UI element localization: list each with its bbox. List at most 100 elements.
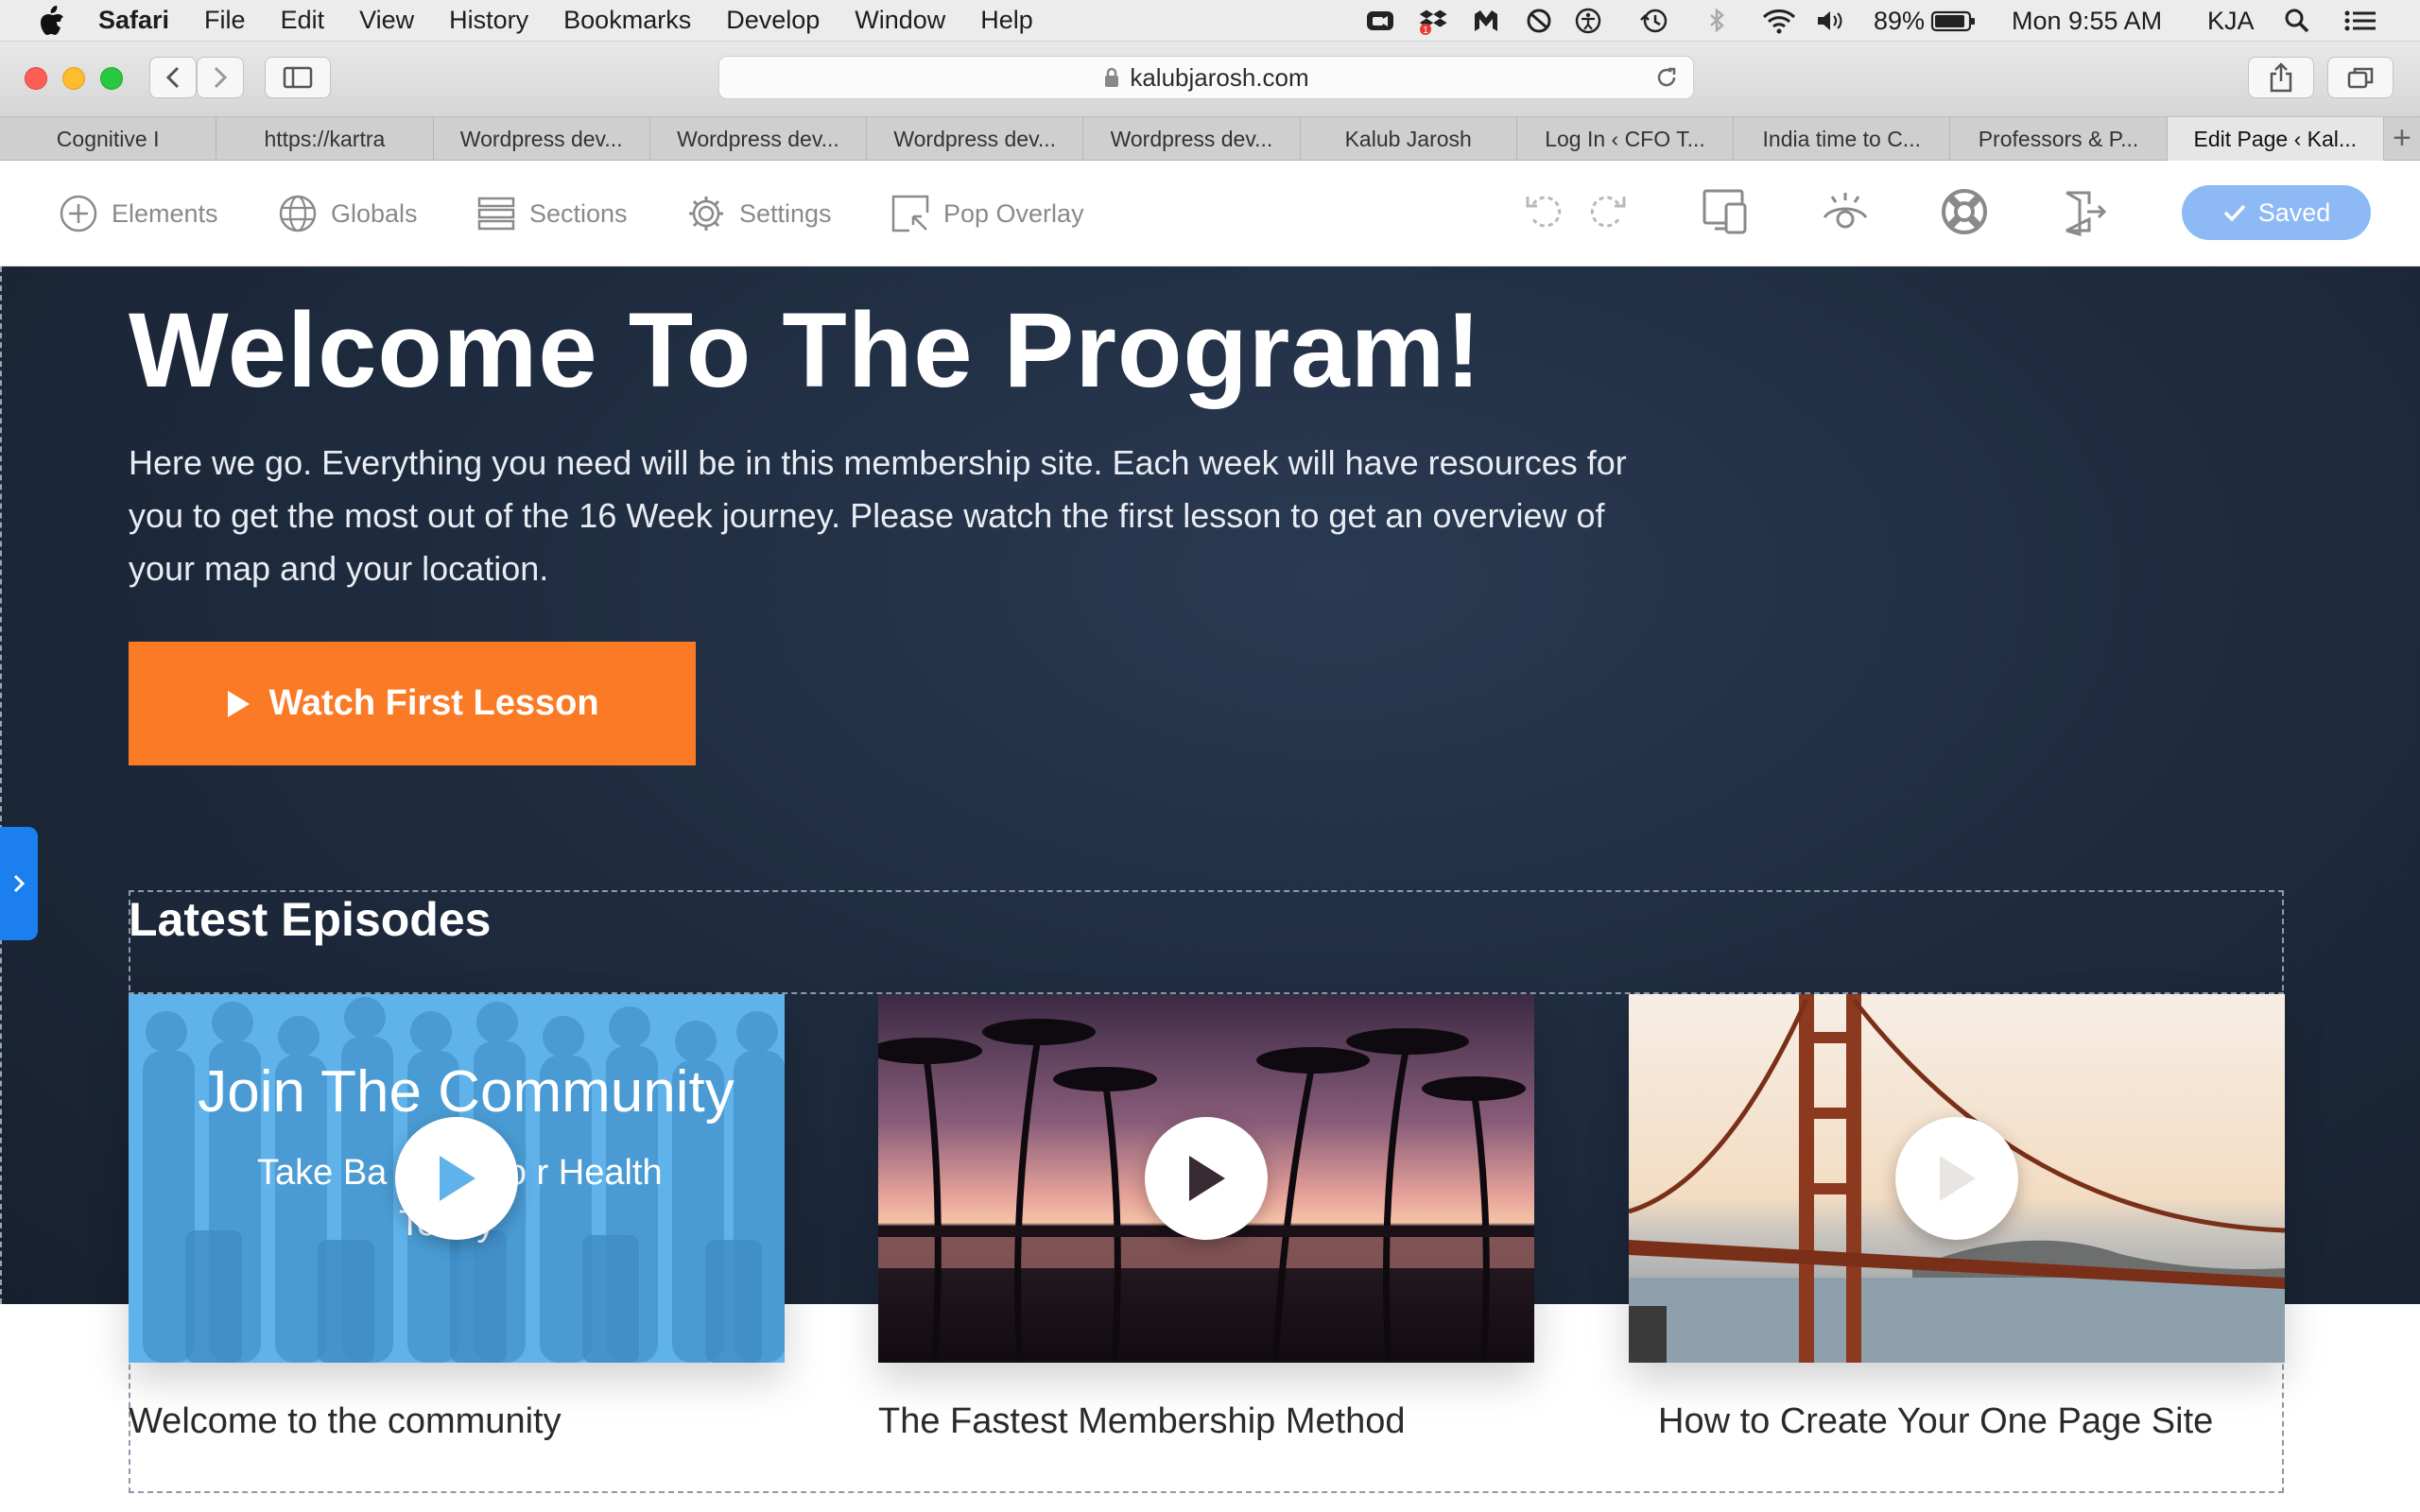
tab-overview-button[interactable]	[2327, 57, 2394, 98]
tab-wordpress-4[interactable]: Wordpress dev...	[1083, 117, 1301, 161]
tab-wordpress-2[interactable]: Wordpress dev...	[650, 117, 868, 161]
address-bar[interactable]: kalubjarosh.com	[718, 56, 1694, 99]
globals-button[interactable]: Globals	[278, 193, 418, 234]
tab-india-time[interactable]: India time to C...	[1734, 117, 1951, 161]
play-video-button-1[interactable]	[395, 1117, 518, 1240]
menu-window[interactable]: Window	[855, 6, 945, 35]
plus-circle-icon	[60, 195, 97, 232]
saved-label: Saved	[2257, 198, 2331, 227]
help-lifebuoy-icon[interactable]	[1940, 187, 1989, 236]
wifi-icon[interactable]	[1760, 7, 1798, 35]
time-machine-icon[interactable]	[1639, 7, 1669, 35]
menu-file[interactable]: File	[204, 6, 246, 35]
screen: Safari File Edit View History Bookmarks …	[0, 0, 2420, 1512]
back-button[interactable]	[149, 57, 197, 98]
share-icon	[2270, 62, 2292, 93]
watch-first-lesson-button[interactable]: Watch First Lesson	[129, 642, 696, 765]
thumbnail-title: Join The Community	[198, 1059, 735, 1125]
tab-wordpress-1[interactable]: Wordpress dev...	[434, 117, 650, 161]
lock-icon	[1105, 67, 1119, 87]
play-icon	[1940, 1156, 1976, 1201]
forward-button[interactable]	[197, 57, 244, 98]
episode-card-2[interactable]	[878, 994, 1534, 1363]
globe-icon	[279, 195, 317, 232]
malwarebytes-icon[interactable]	[1471, 7, 1501, 35]
share-button[interactable]	[2248, 57, 2314, 98]
do-not-disturb-icon[interactable]	[1524, 7, 1554, 35]
preview-eye-icon[interactable]	[1821, 187, 1870, 236]
apple-menu-icon[interactable]	[38, 5, 66, 37]
episode-title-1[interactable]: Welcome to the community	[129, 1401, 562, 1442]
menu-edit[interactable]: Edit	[281, 6, 325, 35]
episode-title-3[interactable]: How to Create Your One Page Site	[1658, 1401, 2213, 1442]
menu-bookmarks[interactable]: Bookmarks	[563, 6, 691, 35]
saved-button[interactable]: Saved	[2182, 185, 2371, 240]
chevron-right-icon	[214, 66, 228, 89]
sections-button[interactable]: Sections	[476, 193, 628, 234]
episode-card-1[interactable]: Join The Community Take Ba Yo r Health T…	[129, 994, 785, 1363]
reload-icon[interactable]	[1653, 64, 1680, 91]
page-title[interactable]: Welcome To The Program!	[129, 289, 1482, 411]
zoom-icon[interactable]	[1365, 7, 1395, 35]
pop-overlay-button[interactable]: Pop Overlay	[890, 193, 1084, 234]
new-tab-button[interactable]: +	[2384, 117, 2420, 161]
user-name[interactable]: KJA	[2207, 0, 2255, 42]
play-icon	[440, 1156, 475, 1201]
sections-icon	[477, 197, 515, 231]
dropbox-icon[interactable]: 1	[1418, 7, 1448, 35]
tab-wordpress-3[interactable]: Wordpress dev...	[867, 117, 1084, 161]
episode-title-2[interactable]: The Fastest Membership Method	[878, 1401, 1406, 1442]
menu-view[interactable]: View	[359, 6, 414, 35]
menu-help[interactable]: Help	[980, 6, 1033, 35]
menu-app-name[interactable]: Safari	[98, 6, 169, 35]
browser-toolbar: kalubjarosh.com	[0, 42, 2420, 117]
tab-kartra[interactable]: https://kartra	[216, 117, 434, 161]
close-window-button[interactable]	[25, 67, 47, 90]
page-builder-toolbar: Elements Globals Sections Settings Pop O…	[0, 161, 2420, 266]
tab-professors[interactable]: Professors & P...	[1950, 117, 2168, 161]
menu-bar: Safari File Edit View History Bookmarks …	[0, 0, 2420, 42]
pop-overlay-label: Pop Overlay	[943, 198, 1084, 228]
menu-develop[interactable]: Develop	[726, 6, 820, 35]
dropbox-badge: 1	[1423, 26, 1428, 35]
undo-icon[interactable]	[1524, 187, 1567, 236]
exit-builder-icon[interactable]	[2059, 187, 2108, 236]
menu-history[interactable]: History	[449, 6, 528, 35]
volume-icon[interactable]	[1815, 7, 1845, 35]
spotlight-search-icon[interactable]	[2282, 7, 2312, 35]
notification-center-icon[interactable]	[2342, 7, 2378, 35]
tab-cognitive[interactable]: Cognitive I	[0, 117, 217, 161]
responsive-preview-icon[interactable]	[1702, 187, 1751, 236]
tab-edit-page[interactable]: Edit Page ‹ Kal...	[2167, 117, 2384, 161]
pop-overlay-icon	[891, 195, 929, 232]
sidebar-icon	[283, 66, 313, 89]
tab-kalub-jarosh[interactable]: Kalub Jarosh	[1301, 117, 1517, 161]
sidebar-toggle-button[interactable]	[265, 57, 331, 98]
settings-label: Settings	[739, 198, 832, 228]
chevron-right-icon	[13, 874, 26, 893]
cta-label: Watch First Lesson	[268, 683, 599, 723]
play-icon	[228, 690, 251, 717]
hero-description[interactable]: Here we go. Everything you need will be …	[129, 437, 1660, 595]
battery-percent[interactable]: 89%	[1874, 0, 1925, 42]
episodes-heading[interactable]: Latest Episodes	[129, 892, 491, 947]
zoom-window-button[interactable]	[100, 67, 123, 90]
settings-button[interactable]: Settings	[686, 193, 832, 234]
episode-card-3[interactable]	[1629, 994, 2285, 1363]
minimize-window-button[interactable]	[62, 67, 85, 90]
bluetooth-icon[interactable]	[1702, 7, 1732, 35]
accessibility-icon[interactable]	[1573, 7, 1603, 35]
play-icon	[1189, 1156, 1225, 1201]
thumbnail-subtitle-part-1: Take Ba	[257, 1153, 388, 1193]
tab-cfo-login[interactable]: Log In ‹ CFO T...	[1517, 117, 1735, 161]
url-text[interactable]: kalubjarosh.com	[1130, 63, 1308, 93]
gear-icon	[689, 197, 723, 231]
play-video-button-2[interactable]	[1145, 1117, 1268, 1240]
battery-icon[interactable]	[1930, 7, 1976, 35]
globals-label: Globals	[331, 198, 418, 228]
play-video-button-3[interactable]	[1895, 1117, 2018, 1240]
clock[interactable]: Mon 9:55 AM	[2012, 0, 2162, 42]
redo-icon[interactable]	[1584, 187, 1628, 236]
side-panel-toggle[interactable]	[0, 827, 38, 940]
elements-button[interactable]: Elements	[59, 193, 218, 234]
